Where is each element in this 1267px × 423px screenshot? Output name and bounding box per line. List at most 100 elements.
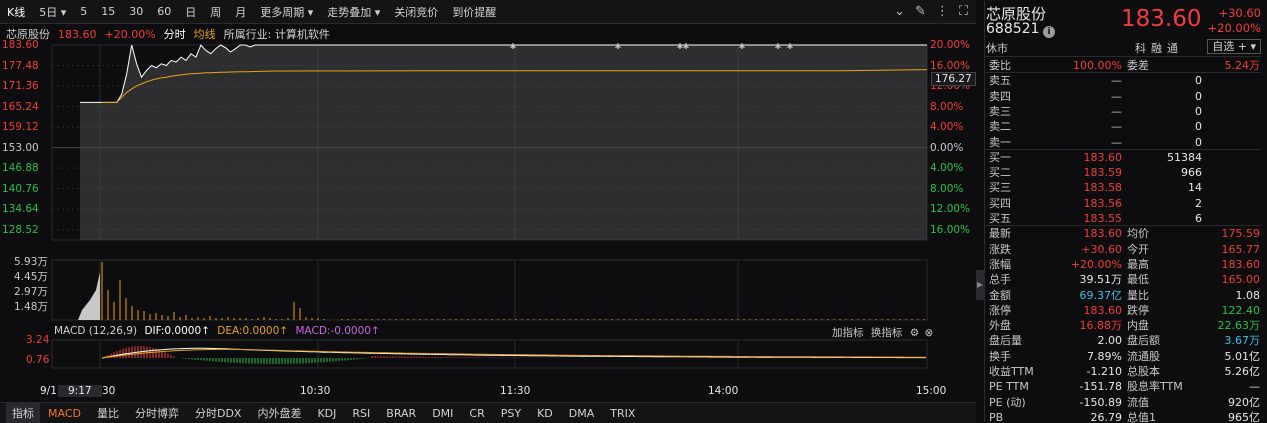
stat-row[interactable]: PE TTM -151.78 股息率TTM — (985, 379, 1267, 395)
vol-tick: 2.97万 (14, 286, 48, 298)
separator (985, 56, 1261, 57)
stat-label: 均价 (1127, 227, 1149, 241)
stat-label: 换手 (989, 349, 1011, 363)
price-tick: 146.88 (2, 162, 39, 175)
pct-tick: 0.00% (930, 141, 964, 154)
indicator-tab[interactable]: 分时DDX (187, 405, 249, 421)
tb-5day-label: 5日 (39, 5, 58, 19)
tb-more-period[interactable]: 更多周期 ▾ (253, 4, 320, 20)
tb-price-alert[interactable]: 到价提醒 (445, 4, 503, 20)
pct-tick: 4.00% (930, 162, 964, 175)
tb-kline[interactable]: K线 (0, 4, 32, 20)
buy-row[interactable]: 买一 183.60 51384 (985, 150, 1267, 166)
sell-label: 卖二 (989, 120, 1011, 134)
indicator-tab[interactable]: 量比 (89, 405, 127, 421)
tb-day[interactable]: 日 (178, 4, 203, 20)
stat-row[interactable]: PE (动) -150.89 流值 920亿 (985, 395, 1267, 411)
indicator-tab[interactable]: BRAR (378, 407, 424, 420)
indicator-tab[interactable]: DMI (424, 407, 461, 420)
time-tick: 14:00 (708, 385, 739, 397)
tag-ke[interactable]: 科 (1135, 40, 1146, 56)
info-icon[interactable]: i (1043, 26, 1055, 38)
stat-value: 39.51万 (1079, 273, 1123, 287)
indicator-tab[interactable]: KDJ (309, 407, 344, 420)
stat-value: 7.89% (1087, 349, 1122, 363)
indicator-tab[interactable]: 指标 (6, 403, 40, 423)
indicator-tab[interactable]: PSY (493, 407, 529, 420)
stat-row[interactable]: 换手 7.89% 流通股 5.01亿 (985, 349, 1267, 365)
buy-label: 买一 (989, 150, 1011, 164)
indicator-tab[interactable]: 分时博弈 (127, 405, 187, 421)
tb-30min[interactable]: 30 (122, 5, 150, 18)
price-tick: 165.24 (2, 100, 39, 113)
buy-volume: 2 (1195, 196, 1202, 210)
buy-row[interactable]: 买三 183.58 14 (985, 180, 1267, 196)
buy-row[interactable]: 买二 183.59 966 (985, 165, 1267, 181)
sell-row[interactable]: 卖二 — 0 (985, 119, 1267, 135)
stat-label: PE TTM (989, 380, 1029, 394)
add-indicator-button[interactable]: 加指标 (832, 327, 864, 339)
tb-close-auction[interactable]: 关闭竞价 (387, 4, 445, 20)
indicator-tab[interactable]: RSI (344, 407, 378, 420)
stat-row[interactable]: 盘后量 2.00 盘后额 3.67万 (985, 333, 1267, 349)
indicator-tab[interactable]: DMA (561, 407, 603, 420)
pct-tick: 8.00% (930, 100, 964, 113)
chevron-down-icon[interactable]: ⌄ (894, 4, 905, 19)
indicator-tab[interactable]: 内外盘差 (249, 405, 309, 421)
tb-month[interactable]: 月 (228, 4, 253, 20)
indicator-tab[interactable]: MACD (40, 407, 89, 420)
buy-price: 183.58 (1083, 181, 1123, 195)
sell-row[interactable]: 卖四 — 0 (985, 89, 1267, 105)
tb-60min[interactable]: 60 (150, 5, 178, 18)
stat-row[interactable]: 涨停 183.60 跌停 122.40 (985, 303, 1267, 319)
stat-row[interactable]: PB 26.79 总值1 965亿 (985, 410, 1267, 423)
stat-row[interactable]: 总手 39.51万 最低 165.00 (985, 272, 1267, 288)
close-icon[interactable]: ⊗ (924, 327, 933, 339)
tb-overlay[interactable]: 走势叠加 ▾ (320, 4, 387, 20)
vol-tick: 1.48万 (14, 301, 48, 313)
stat-label: 收益TTM (989, 365, 1034, 378)
sell-row[interactable]: 卖三 — 0 (985, 104, 1267, 120)
stat-row[interactable]: 涨跌 +30.60 今开 165.77 (985, 242, 1267, 258)
macd-tools: 加指标 换指标 ⚙ ⊗ (832, 325, 933, 340)
stat-value: 165.00 (1221, 273, 1261, 287)
indicator-tab[interactable]: CR (461, 407, 492, 420)
stat-label: 流通股 (1127, 349, 1160, 363)
stat-row[interactable]: 最新 183.60 均价 175.59 (985, 226, 1267, 242)
tb-5day[interactable]: 5日 ▾ (32, 4, 73, 20)
tb-week[interactable]: 周 (203, 4, 228, 20)
grid-icon[interactable]: ⋮ (936, 4, 949, 19)
stat-value: 26.79 (1090, 410, 1123, 423)
buy-label: 买三 (989, 181, 1011, 195)
stat-value: 3.67万 (1224, 334, 1261, 348)
stat-row[interactable]: 金额 69.37亿 量比 1.08 (985, 288, 1267, 304)
stat-value: 5.26亿 (1224, 365, 1261, 378)
buy-row[interactable]: 买四 183.56 2 (985, 196, 1267, 212)
gear-icon[interactable]: ⚙ (910, 327, 919, 339)
indicator-tab[interactable]: KD (529, 407, 561, 420)
tag-rong[interactable]: 融 (1151, 40, 1162, 56)
pen-icon[interactable]: ✎ (915, 4, 926, 19)
tag-tong[interactable]: 通 (1167, 40, 1178, 56)
macd-tick: 3.24 (26, 334, 50, 346)
stat-row[interactable]: 涨幅 +20.00% 最高 183.60 (985, 257, 1267, 273)
indicator-tab[interactable]: TRIX (602, 407, 643, 420)
switch-indicator-button[interactable]: 换指标 (871, 327, 903, 339)
toolbar-right-icons: ⌄ ✎ ⋮ ⛶ (894, 4, 968, 19)
sell-price: — (1111, 104, 1122, 118)
stat-row[interactable]: 收益TTM -1.210 总股本 5.26亿 (985, 364, 1267, 380)
fullscreen-icon[interactable]: ⛶ (959, 4, 968, 19)
collapse-panel-handle[interactable]: ▶ (976, 270, 984, 300)
tb-5min[interactable]: 5 (73, 5, 94, 18)
macd-dea-line (101, 348, 926, 359)
stat-label: 盘后量 (989, 334, 1022, 348)
tb-15min[interactable]: 15 (94, 5, 122, 18)
intraday-chart[interactable]: ✱ ✱ ✱ ✱ ✱ ✱ ✱ 183.60 177.48 171.36 165.24 159.12 15… (0, 39, 976, 400)
stock-app: K线 5日 ▾ 5 15 30 60 日 周 月 更多周期 ▾ 走势叠加 ▾ 关… (0, 0, 1267, 423)
sell-volume: 0 (1195, 120, 1202, 134)
stat-row[interactable]: 外盘 16.88万 内盘 22.63万 (985, 318, 1267, 334)
panel-change-value: +30.60 (1218, 6, 1261, 20)
stat-value: -150.89 (1079, 395, 1122, 409)
sell-row[interactable]: 卖五 — 0 (985, 73, 1267, 89)
add-favorite-button[interactable]: 自选 + ▾ (1207, 39, 1261, 54)
